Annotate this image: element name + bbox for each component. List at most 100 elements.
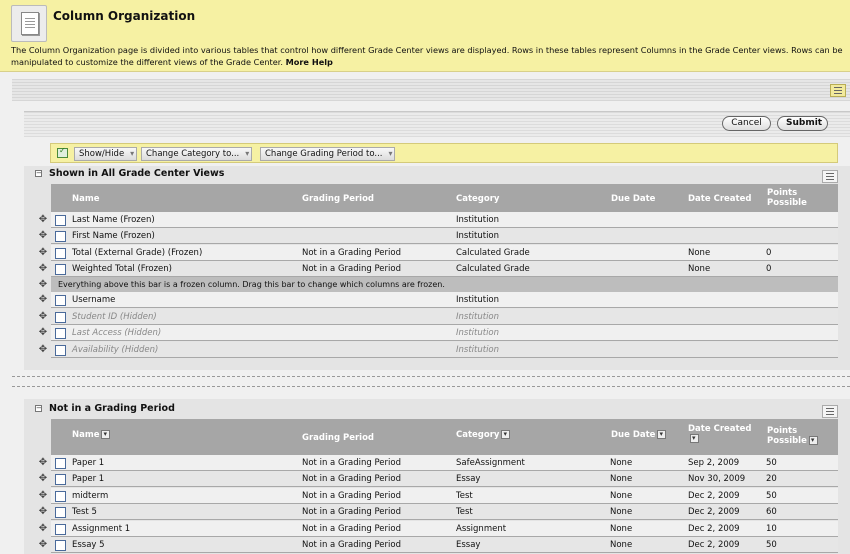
section-divider bbox=[12, 376, 850, 387]
cell-points: 50 bbox=[766, 458, 777, 468]
cell-due-date: None bbox=[610, 507, 633, 518]
drag-handle-icon[interactable]: ✥ bbox=[38, 295, 48, 305]
col-due-date: Due Date bbox=[611, 194, 656, 204]
row-checkbox[interactable] bbox=[55, 311, 66, 323]
cell-grading-period: Not in a Grading Period bbox=[302, 490, 401, 501]
row-checkbox[interactable] bbox=[55, 295, 66, 306]
drag-handle-icon[interactable]: ✥ bbox=[38, 344, 48, 355]
cell-category: Essay bbox=[456, 474, 481, 485]
row-checkbox[interactable] bbox=[55, 474, 66, 486]
page-header: Column Organization The Column Organizat… bbox=[0, 0, 850, 72]
col-name[interactable]: Name bbox=[72, 429, 111, 440]
table-row[interactable]: ✥ First Name (Frozen) Institution bbox=[36, 228, 838, 245]
drag-handle-icon[interactable]: ✥ bbox=[38, 458, 48, 468]
table-row[interactable]: ✥ Last Name (Frozen) Institution bbox=[36, 212, 838, 228]
cell-due-date: None bbox=[610, 523, 633, 534]
cell-category: Institution bbox=[456, 215, 500, 225]
drag-handle-icon[interactable]: ✥ bbox=[38, 215, 48, 225]
change-category-menu[interactable]: Change Category to... bbox=[141, 147, 253, 161]
table-header: Name Grading Period Category Due Date Da… bbox=[51, 184, 838, 212]
sort-icon bbox=[501, 429, 511, 439]
show-hide-menu[interactable]: Show/Hide bbox=[74, 147, 138, 161]
table-options-icon[interactable] bbox=[822, 405, 838, 418]
row-checkbox[interactable] bbox=[55, 231, 66, 243]
table-row[interactable]: ✥ Student ID (Hidden) Institution bbox=[36, 308, 838, 325]
table-row[interactable]: ✥ Availability (Hidden) Institution bbox=[36, 341, 838, 358]
change-grading-period-menu[interactable]: Change Grading Period to... bbox=[260, 147, 396, 161]
table-row[interactable]: ✥ Weighted Total (Frozen) Not in a Grading… bbox=[36, 260, 838, 277]
row-checkbox[interactable] bbox=[55, 344, 66, 356]
table-row[interactable]: ✥ Last Access (Hidden) Institution bbox=[36, 325, 838, 341]
row-checkbox[interactable] bbox=[55, 247, 66, 259]
cell-points: 0 bbox=[766, 263, 772, 274]
row-checkbox[interactable] bbox=[55, 490, 66, 502]
col-points-possible[interactable]: Points Possible bbox=[767, 426, 825, 446]
row-checkbox[interactable] bbox=[55, 328, 66, 339]
table-row[interactable]: ✥ Paper 1 Not in a Grading Period Essay None… bbox=[36, 471, 838, 488]
cell-name: Availability (Hidden) bbox=[72, 344, 159, 355]
cell-due-date: None bbox=[610, 540, 633, 550]
table-header: Name Grading Period Category Due Date Da… bbox=[51, 419, 838, 455]
cell-points: 50 bbox=[766, 540, 777, 550]
section-title: Shown in All Grade Center Views bbox=[49, 168, 225, 179]
row-checkbox[interactable] bbox=[55, 507, 66, 519]
row-checkbox[interactable] bbox=[55, 263, 66, 275]
cell-grading-period: Not in a Grading Period bbox=[302, 474, 401, 485]
row-checkbox[interactable] bbox=[55, 215, 66, 226]
drag-handle-icon[interactable]: ✥ bbox=[38, 280, 48, 290]
options-icon[interactable] bbox=[830, 84, 846, 97]
collapse-toggle-icon[interactable]: − bbox=[35, 170, 42, 177]
action-bar: Show/Hide Change Category to... Change G… bbox=[50, 143, 838, 163]
collapse-toggle-icon[interactable]: − bbox=[35, 405, 42, 412]
table-row[interactable]: ✥ Total (External Grade) (Frozen) Not in a… bbox=[36, 244, 838, 261]
cell-grading-period: Not in a Grading Period bbox=[302, 263, 401, 274]
drag-handle-icon[interactable]: ✥ bbox=[38, 263, 48, 274]
drag-handle-icon[interactable]: ✥ bbox=[38, 490, 48, 501]
col-date-created[interactable]: Date Created bbox=[688, 424, 758, 444]
cell-category: Institution bbox=[456, 231, 500, 242]
row-checkbox[interactable] bbox=[55, 540, 66, 551]
table-row[interactable]: ✥ midterm Not in a Grading Period Test None D… bbox=[36, 487, 838, 504]
table-options-icon[interactable] bbox=[822, 170, 838, 183]
cell-name: Paper 1 bbox=[72, 458, 105, 468]
cell-category: Institution bbox=[456, 344, 500, 355]
page-title: Column Organization bbox=[53, 9, 196, 23]
cell-date-created: Dec 2, 2009 bbox=[688, 540, 740, 550]
drag-handle-icon[interactable]: ✥ bbox=[38, 474, 48, 484]
col-grading-period: Grading Period bbox=[302, 433, 375, 443]
table-row[interactable]: ✥ Essay 5 Not in a Grading Period Essay None… bbox=[36, 537, 838, 553]
cell-points: 50 bbox=[766, 490, 777, 501]
drag-handle-icon[interactable]: ✥ bbox=[38, 231, 48, 241]
cell-name: Total (External Grade) (Frozen) bbox=[72, 247, 203, 258]
cell-category: SafeAssignment bbox=[456, 458, 525, 468]
cell-due-date: None bbox=[610, 474, 633, 485]
cell-name: Student ID (Hidden) bbox=[72, 311, 157, 322]
col-category[interactable]: Category bbox=[456, 429, 511, 440]
more-help-link[interactable]: More Help bbox=[286, 57, 333, 67]
cell-date-created: Dec 2, 2009 bbox=[688, 507, 740, 518]
col-date-created: Date Created bbox=[688, 194, 752, 204]
select-all-icon[interactable] bbox=[57, 146, 68, 158]
drag-handle-icon[interactable]: ✥ bbox=[38, 507, 48, 517]
col-name: Name bbox=[72, 194, 100, 204]
row-checkbox[interactable] bbox=[55, 523, 66, 535]
table-row[interactable]: ✥ Paper 1 Not in a Grading Period SafeAssig… bbox=[36, 455, 838, 471]
col-due-date[interactable]: Due Date bbox=[611, 429, 667, 440]
table-row[interactable]: ✥ Assignment 1 Not in a Grading Period Assi… bbox=[36, 520, 838, 537]
table-row[interactable]: ✥ Username Institution bbox=[36, 292, 838, 308]
drag-handle-icon[interactable]: ✥ bbox=[38, 523, 48, 534]
table-row[interactable]: ✥ Test 5 Not in a Grading Period Test None De… bbox=[36, 504, 838, 521]
drag-handle-icon[interactable]: ✥ bbox=[38, 311, 48, 322]
cell-category: Test bbox=[456, 507, 473, 518]
drag-handle-icon[interactable]: ✥ bbox=[38, 247, 48, 258]
frozen-bar[interactable]: ✥ Everything above this bar is a frozen … bbox=[36, 277, 838, 292]
cell-grading-period: Not in a Grading Period bbox=[302, 540, 401, 550]
drag-handle-icon[interactable]: ✥ bbox=[38, 540, 48, 550]
submit-button[interactable]: Submit bbox=[777, 116, 828, 131]
cell-name: Last Access (Hidden) bbox=[72, 328, 162, 338]
cell-grading-period: Not in a Grading Period bbox=[302, 458, 401, 468]
row-checkbox[interactable] bbox=[55, 458, 66, 469]
drag-handle-icon[interactable]: ✥ bbox=[38, 328, 48, 338]
cancel-button[interactable]: Cancel bbox=[722, 116, 771, 131]
sort-icon bbox=[690, 433, 699, 443]
